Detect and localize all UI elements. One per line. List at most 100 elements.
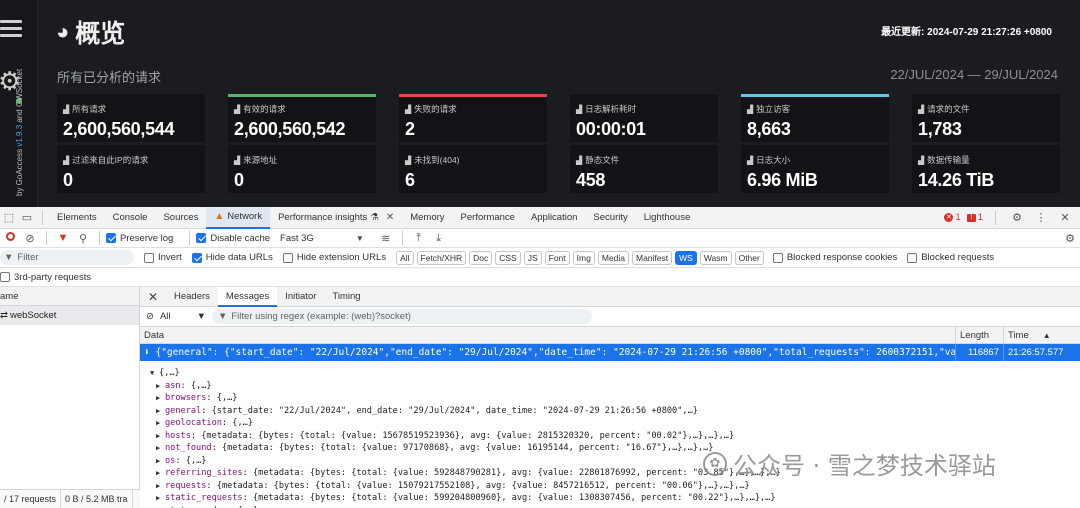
expand-triangle-icon[interactable]: ▶ bbox=[156, 417, 165, 430]
tab-elements[interactable]: Elements bbox=[49, 207, 105, 229]
tab-lighthouse[interactable]: Lighthouse bbox=[636, 207, 698, 229]
expand-triangle-icon[interactable]: ▶ bbox=[156, 405, 165, 418]
blocked-cookies-checkbox[interactable]: Blocked response cookies bbox=[772, 252, 898, 263]
expand-triangle-icon[interactable]: ▶ bbox=[156, 492, 165, 505]
invert-checkbox[interactable]: Invert bbox=[144, 252, 182, 263]
expand-triangle-icon[interactable]: ▶ bbox=[156, 380, 165, 393]
preserve-log-checkbox[interactable]: Preserve log bbox=[106, 233, 173, 244]
menu-icon[interactable] bbox=[0, 20, 22, 40]
network-conditions-icon[interactable]: ≋ bbox=[376, 232, 396, 245]
import-har-icon[interactable]: ⤒ bbox=[409, 232, 429, 245]
type-filter-css[interactable]: CSS bbox=[495, 250, 521, 265]
record-icon[interactable] bbox=[0, 232, 20, 244]
tab-initiator[interactable]: Initiator bbox=[277, 287, 324, 307]
issues-count-badge[interactable]: ! 1 bbox=[966, 212, 983, 223]
expand-triangle-icon[interactable]: ▶ bbox=[156, 505, 165, 508]
tab-timing[interactable]: Timing bbox=[324, 287, 368, 307]
type-filter-other[interactable]: Other bbox=[734, 250, 764, 265]
json-key: asn bbox=[165, 380, 181, 391]
tab-memory[interactable]: Memory bbox=[402, 207, 452, 229]
json-node[interactable]: ▶ static_requests: {metadata: {bytes: {to… bbox=[150, 492, 1080, 505]
expand-triangle-icon[interactable]: ▶ bbox=[156, 480, 165, 493]
tab-messages[interactable]: Messages bbox=[217, 286, 278, 307]
checkbox-unchecked[interactable] bbox=[772, 252, 783, 263]
checkbox-unchecked[interactable] bbox=[144, 252, 154, 263]
type-filter-font[interactable]: Font bbox=[544, 250, 570, 265]
checkbox-unchecked[interactable] bbox=[907, 252, 918, 263]
column-header-time[interactable]: Time ▲ bbox=[1003, 327, 1080, 343]
expand-triangle-icon[interactable]: ▶ bbox=[156, 430, 165, 443]
error-count-badge[interactable]: ✕ 1 bbox=[944, 212, 961, 223]
more-options-icon[interactable]: ⋮ bbox=[1032, 211, 1050, 224]
column-header-name[interactable]: ame bbox=[0, 287, 139, 306]
checkbox-unchecked[interactable] bbox=[0, 272, 10, 282]
tab-performance-insights[interactable]: Performance insights ⚗ ✕ bbox=[270, 207, 402, 229]
json-node[interactable]: ▶ requests: {metadata: {bytes: {total: {v… bbox=[150, 480, 1080, 493]
column-header-length[interactable]: Length bbox=[955, 327, 1003, 343]
checkbox-checked[interactable] bbox=[196, 233, 207, 243]
request-row[interactable]: ⇄ webSocket bbox=[0, 306, 139, 325]
message-type-select[interactable]: All ▼ bbox=[160, 311, 206, 322]
blocked-cookies-label: Blocked response cookies bbox=[786, 252, 898, 263]
clear-icon[interactable]: ⊘ bbox=[20, 232, 40, 245]
close-devtools-icon[interactable]: ✕ bbox=[1056, 211, 1074, 224]
tab-headers[interactable]: Headers bbox=[166, 287, 218, 307]
blocked-requests-checkbox[interactable]: Blocked requests bbox=[907, 252, 994, 263]
tab-application[interactable]: Application bbox=[523, 207, 585, 229]
device-toolbar-icon[interactable]: ▭ bbox=[18, 211, 36, 224]
json-node[interactable]: ▶ hosts: {metadata: {bytes: {total: {valu… bbox=[150, 430, 1080, 443]
blocked-requests-label: Blocked requests bbox=[921, 252, 995, 263]
search-icon[interactable]: ⚲ bbox=[73, 232, 93, 245]
type-filter-ws[interactable]: WS bbox=[675, 250, 697, 265]
message-row-selected[interactable]: ⬇ {"general": {"start_date": "22/Jul/202… bbox=[140, 344, 1080, 361]
json-node[interactable]: ▶ asn: {,…} bbox=[150, 380, 1080, 393]
column-header-data[interactable]: Data bbox=[140, 327, 955, 343]
checkbox-unchecked[interactable] bbox=[282, 252, 293, 263]
type-filter-all[interactable]: All bbox=[396, 250, 414, 265]
tab-console[interactable]: Console bbox=[105, 207, 156, 229]
third-party-checkbox[interactable]: 3rd-party requests bbox=[0, 272, 91, 283]
type-filter-manifest[interactable]: Manifest bbox=[631, 250, 673, 265]
card-excluded-ip: ▟ 过滤来自此IP的请求 0 bbox=[57, 145, 205, 193]
json-node[interactable]: ▶ browsers: {,…} bbox=[150, 392, 1080, 405]
column-header-time-label: Time bbox=[1008, 330, 1029, 341]
hide-extension-urls-checkbox[interactable]: Hide extension URLs bbox=[282, 252, 386, 263]
close-tab-icon[interactable]: ✕ bbox=[386, 207, 394, 229]
checkbox-checked[interactable] bbox=[106, 233, 116, 243]
type-filter-js[interactable]: JS bbox=[523, 250, 542, 265]
throttling-select[interactable]: Fast 3G ▼ bbox=[280, 233, 364, 244]
close-detail-icon[interactable]: ✕ bbox=[140, 290, 166, 304]
expand-triangle-icon[interactable]: ▶ bbox=[156, 455, 165, 468]
hide-data-urls-checkbox[interactable]: Hide data URLs bbox=[191, 252, 273, 263]
gear-icon[interactable]: ⚙ bbox=[1008, 211, 1026, 224]
expand-triangle-icon[interactable]: ▶ bbox=[156, 467, 165, 480]
filter-input[interactable]: ▼ Filter bbox=[0, 250, 134, 265]
json-root[interactable]: ▼ {,…} bbox=[150, 367, 1080, 380]
json-node[interactable]: ▶ general: {start_date: "22/Jul/2024", en… bbox=[150, 405, 1080, 418]
export-har-icon[interactable]: ⤓ bbox=[429, 232, 449, 245]
expand-triangle-icon[interactable]: ▶ bbox=[156, 442, 165, 455]
type-filter-doc[interactable]: Doc bbox=[469, 250, 493, 265]
regex-filter-input[interactable]: ▼ Filter using regex (example: (web)?soc… bbox=[211, 309, 592, 324]
filter-funnel-icon[interactable]: ▼ bbox=[53, 232, 73, 244]
expand-triangle-icon[interactable]: ▶ bbox=[156, 392, 165, 405]
inspect-element-icon[interactable]: ⬚ bbox=[0, 211, 18, 224]
checkbox-checked[interactable] bbox=[191, 252, 202, 263]
chevron-down-icon: ▼ bbox=[196, 311, 206, 322]
tab-sources[interactable]: Sources bbox=[155, 207, 206, 229]
collapse-triangle-icon[interactable]: ▼ bbox=[150, 367, 159, 380]
credit-version[interactable]: v1.9.3 bbox=[15, 125, 24, 147]
type-filter-img[interactable]: Img bbox=[572, 250, 595, 265]
json-node[interactable]: ▶status_codes: {,…} bbox=[150, 505, 1080, 508]
json-node[interactable]: ▶ geolocation: {,…} bbox=[150, 417, 1080, 430]
tab-network[interactable]: ▲ Network bbox=[206, 206, 271, 229]
tab-performance[interactable]: Performance bbox=[453, 207, 523, 229]
type-filter-fetch-xhr[interactable]: Fetch/XHR bbox=[416, 250, 467, 265]
type-filter-wasm[interactable]: Wasm bbox=[699, 250, 732, 265]
tab-security[interactable]: Security bbox=[585, 207, 635, 229]
clear-messages-icon[interactable]: ⊘ bbox=[146, 311, 154, 322]
type-filter-media[interactable]: Media bbox=[597, 250, 629, 265]
disable-cache-checkbox[interactable]: Disable cache bbox=[196, 233, 270, 244]
card-label: 所有请求 bbox=[72, 104, 107, 114]
network-settings-gear-icon[interactable]: ⚙ bbox=[1060, 232, 1080, 245]
